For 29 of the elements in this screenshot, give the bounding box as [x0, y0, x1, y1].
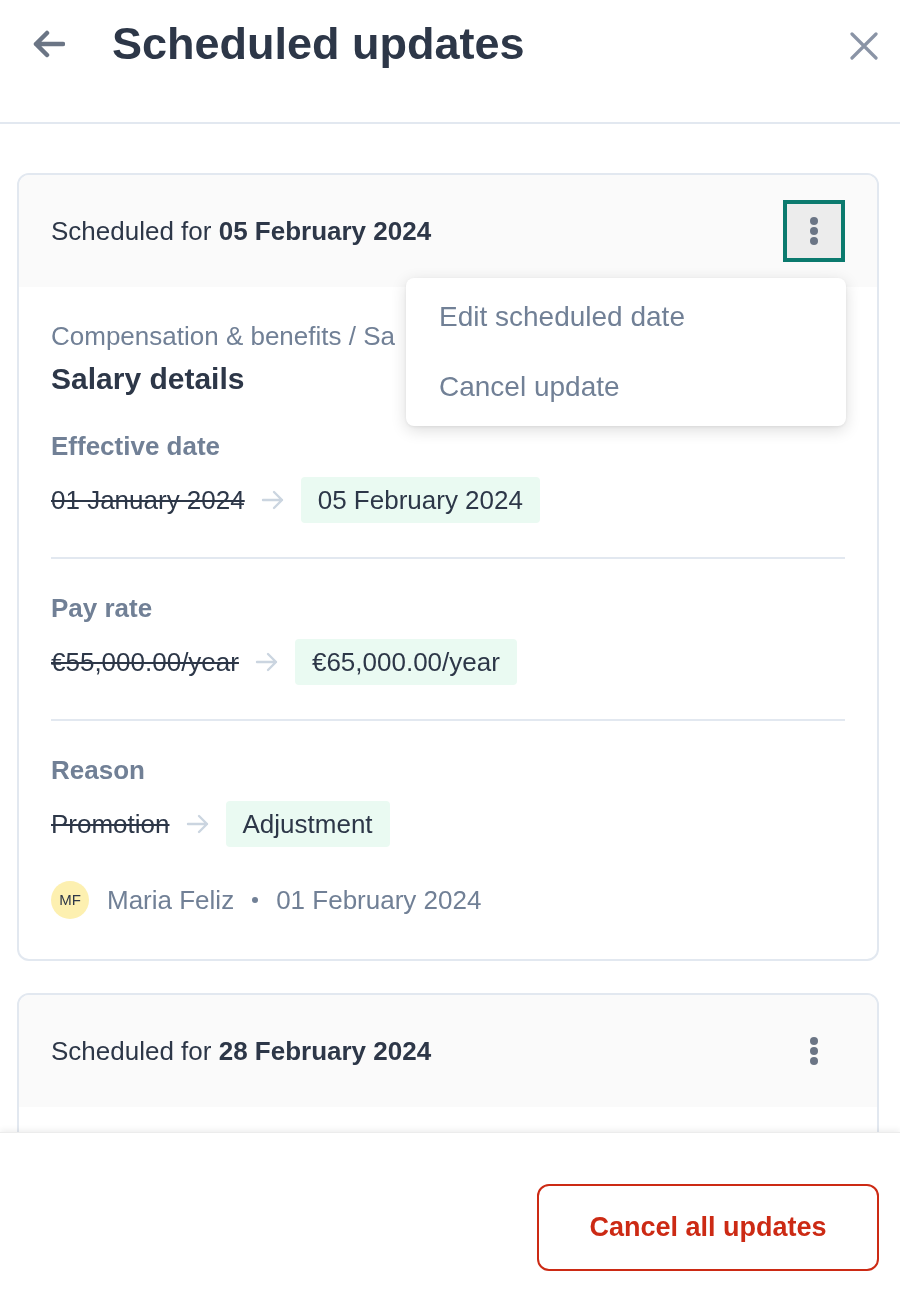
old-value: Promotion [51, 809, 170, 839]
more-options-button[interactable] [783, 200, 845, 262]
section-title: Salary details [51, 361, 245, 397]
field-label: Effective date [51, 431, 221, 461]
menu-item[interactable]: Cancel update [406, 352, 846, 422]
field-label: Pay rate [51, 593, 153, 623]
arrow-right-icon [185, 814, 210, 834]
page-title: Scheduled updates [112, 18, 525, 70]
separator-dot-icon [252, 897, 259, 903]
back-arrow-icon[interactable] [32, 30, 65, 58]
close-icon[interactable] [850, 32, 878, 60]
cancel-all-button[interactable]: Cancel all updates [537, 1184, 879, 1271]
old-value: 01 January 2024 [51, 485, 245, 515]
avatar: MF [51, 881, 89, 919]
field-label: Reason [51, 755, 145, 785]
new-value-tag: €65,000.00/year [294, 639, 517, 685]
new-value-tag: Adjustment [225, 801, 390, 847]
arrow-right-icon [254, 652, 279, 672]
arrow-right-icon [260, 490, 285, 510]
new-value-tag: 05 February 2024 [300, 477, 540, 523]
menu-item[interactable]: Edit scheduled date [406, 282, 846, 352]
breadcrumb-text: Compensation & benefits / Sa [51, 321, 395, 351]
old-value: €55,000.00/year [51, 647, 239, 677]
update-date: 01 February 2024 [276, 885, 482, 915]
kebab-icon [809, 1036, 819, 1066]
scheduled-date-text: Scheduled for 28 February 2024 [51, 1036, 432, 1066]
author-name: Maria Feliz [107, 885, 235, 915]
scheduled-date-text: Scheduled for 05 February 2024 [51, 216, 432, 246]
kebab-icon [809, 216, 819, 246]
